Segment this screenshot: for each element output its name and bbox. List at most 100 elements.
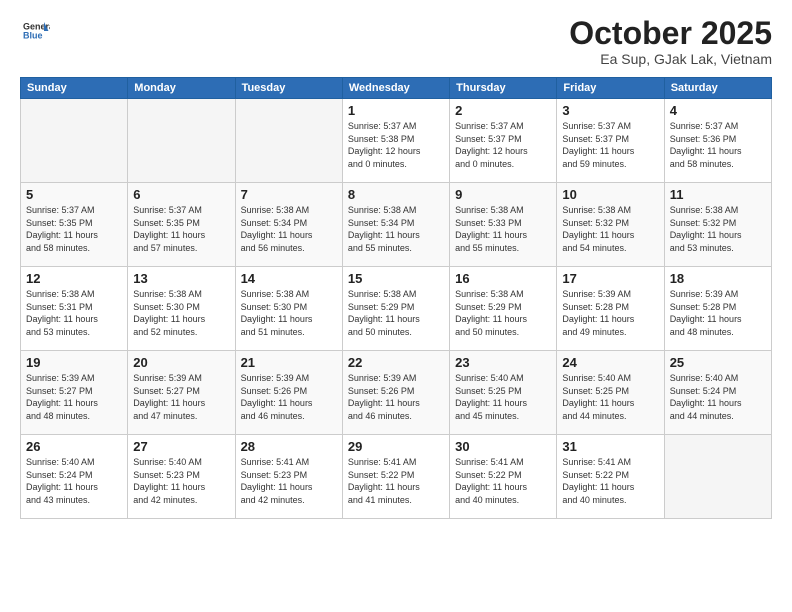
- logo: General Blue: [20, 16, 50, 46]
- day-info: Sunrise: 5:39 AM Sunset: 5:27 PM Dayligh…: [26, 372, 122, 422]
- calendar-cell: 19 Sunrise: 5:39 AM Sunset: 5:27 PM Dayli…: [21, 351, 128, 435]
- day-info: Sunrise: 5:40 AM Sunset: 5:25 PM Dayligh…: [562, 372, 658, 422]
- day-info: Sunrise: 5:40 AM Sunset: 5:24 PM Dayligh…: [26, 456, 122, 506]
- day-number: 22: [348, 355, 444, 370]
- day-info: Sunrise: 5:39 AM Sunset: 5:27 PM Dayligh…: [133, 372, 229, 422]
- day-number: 25: [670, 355, 766, 370]
- calendar-cell: 13 Sunrise: 5:38 AM Sunset: 5:30 PM Dayli…: [128, 267, 235, 351]
- calendar-cell: 7Sunrise: 5:38 AM Sunset: 5:34 PM Daylig…: [235, 183, 342, 267]
- calendar-cell: 18Sunrise: 5:39 AM Sunset: 5:28 PM Dayli…: [664, 267, 771, 351]
- day-info: Sunrise: 5:38 AM Sunset: 5:29 PM Dayligh…: [455, 288, 551, 338]
- day-info: Sunrise: 5:38 AM Sunset: 5:31 PM Dayligh…: [26, 288, 122, 338]
- calendar-table: SundayMondayTuesdayWednesdayThursdayFrid…: [20, 77, 772, 519]
- day-number: 30: [455, 439, 551, 454]
- day-info: Sunrise: 5:38 AM Sunset: 5:30 PM Dayligh…: [241, 288, 337, 338]
- calendar-cell: 26 Sunrise: 5:40 AM Sunset: 5:24 PM Dayli…: [21, 435, 128, 519]
- calendar-cell: 24 Sunrise: 5:40 AM Sunset: 5:25 PM Dayli…: [557, 351, 664, 435]
- day-number: 7: [241, 187, 337, 202]
- day-number: 16: [455, 271, 551, 286]
- day-info: Sunrise: 5:38 AM Sunset: 5:32 PM Dayligh…: [670, 204, 766, 254]
- day-info: Sunrise: 5:38 AM Sunset: 5:34 PM Dayligh…: [348, 204, 444, 254]
- week-row-4: 19 Sunrise: 5:39 AM Sunset: 5:27 PM Dayli…: [21, 351, 772, 435]
- calendar-cell: [664, 435, 771, 519]
- day-number: 29: [348, 439, 444, 454]
- month-title: October 2025: [569, 16, 772, 51]
- calendar-cell: 5 Sunrise: 5:37 AM Sunset: 5:35 PM Daylig…: [21, 183, 128, 267]
- day-info: Sunrise: 5:38 AM Sunset: 5:33 PM Dayligh…: [455, 204, 551, 254]
- day-number: 8: [348, 187, 444, 202]
- calendar-cell: 27 Sunrise: 5:40 AM Sunset: 5:23 PM Dayli…: [128, 435, 235, 519]
- day-info: Sunrise: 5:38 AM Sunset: 5:32 PM Dayligh…: [562, 204, 658, 254]
- day-number: 12: [26, 271, 122, 286]
- day-number: 6: [133, 187, 229, 202]
- weekday-sunday: Sunday: [21, 78, 128, 99]
- day-number: 28: [241, 439, 337, 454]
- calendar-cell: 9 Sunrise: 5:38 AM Sunset: 5:33 PM Daylig…: [450, 183, 557, 267]
- day-number: 18: [670, 271, 766, 286]
- calendar-cell: [128, 99, 235, 183]
- day-info: Sunrise: 5:38 AM Sunset: 5:30 PM Dayligh…: [133, 288, 229, 338]
- calendar-cell: 20 Sunrise: 5:39 AM Sunset: 5:27 PM Dayli…: [128, 351, 235, 435]
- title-block: October 2025 Ea Sup, GJak Lak, Vietnam: [569, 16, 772, 67]
- calendar-cell: [21, 99, 128, 183]
- calendar-cell: 28Sunrise: 5:41 AM Sunset: 5:23 PM Dayli…: [235, 435, 342, 519]
- day-info: Sunrise: 5:41 AM Sunset: 5:22 PM Dayligh…: [348, 456, 444, 506]
- day-info: Sunrise: 5:40 AM Sunset: 5:23 PM Dayligh…: [133, 456, 229, 506]
- day-number: 31: [562, 439, 658, 454]
- day-number: 13: [133, 271, 229, 286]
- day-info: Sunrise: 5:41 AM Sunset: 5:22 PM Dayligh…: [562, 456, 658, 506]
- weekday-header-row: SundayMondayTuesdayWednesdayThursdayFrid…: [21, 78, 772, 99]
- day-number: 21: [241, 355, 337, 370]
- calendar-cell: 10 Sunrise: 5:38 AM Sunset: 5:32 PM Dayli…: [557, 183, 664, 267]
- calendar-cell: 4Sunrise: 5:37 AM Sunset: 5:36 PM Daylig…: [664, 99, 771, 183]
- day-info: Sunrise: 5:37 AM Sunset: 5:38 PM Dayligh…: [348, 120, 444, 170]
- calendar-cell: 23 Sunrise: 5:40 AM Sunset: 5:25 PM Dayli…: [450, 351, 557, 435]
- day-number: 26: [26, 439, 122, 454]
- day-info: Sunrise: 5:39 AM Sunset: 5:28 PM Dayligh…: [562, 288, 658, 338]
- day-info: Sunrise: 5:37 AM Sunset: 5:35 PM Dayligh…: [26, 204, 122, 254]
- calendar-cell: 2 Sunrise: 5:37 AM Sunset: 5:37 PM Daylig…: [450, 99, 557, 183]
- calendar-cell: 12 Sunrise: 5:38 AM Sunset: 5:31 PM Dayli…: [21, 267, 128, 351]
- location: Ea Sup, GJak Lak, Vietnam: [569, 51, 772, 67]
- weekday-monday: Monday: [128, 78, 235, 99]
- day-number: 15: [348, 271, 444, 286]
- calendar-cell: 6 Sunrise: 5:37 AM Sunset: 5:35 PM Daylig…: [128, 183, 235, 267]
- day-number: 5: [26, 187, 122, 202]
- day-info: Sunrise: 5:37 AM Sunset: 5:35 PM Dayligh…: [133, 204, 229, 254]
- day-number: 17: [562, 271, 658, 286]
- day-number: 11: [670, 187, 766, 202]
- calendar-cell: 8 Sunrise: 5:38 AM Sunset: 5:34 PM Daylig…: [342, 183, 449, 267]
- day-number: 3: [562, 103, 658, 118]
- day-info: Sunrise: 5:40 AM Sunset: 5:24 PM Dayligh…: [670, 372, 766, 422]
- day-number: 24: [562, 355, 658, 370]
- day-number: 20: [133, 355, 229, 370]
- day-number: 27: [133, 439, 229, 454]
- page-header: General Blue October 2025 Ea Sup, GJak L…: [20, 16, 772, 67]
- calendar-cell: 29 Sunrise: 5:41 AM Sunset: 5:22 PM Dayli…: [342, 435, 449, 519]
- calendar-cell: 14 Sunrise: 5:38 AM Sunset: 5:30 PM Dayli…: [235, 267, 342, 351]
- day-number: 10: [562, 187, 658, 202]
- day-number: 9: [455, 187, 551, 202]
- calendar-cell: 1 Sunrise: 5:37 AM Sunset: 5:38 PM Daylig…: [342, 99, 449, 183]
- week-row-2: 5 Sunrise: 5:37 AM Sunset: 5:35 PM Daylig…: [21, 183, 772, 267]
- calendar-cell: 3Sunrise: 5:37 AM Sunset: 5:37 PM Daylig…: [557, 99, 664, 183]
- day-info: Sunrise: 5:40 AM Sunset: 5:25 PM Dayligh…: [455, 372, 551, 422]
- day-number: 19: [26, 355, 122, 370]
- day-number: 2: [455, 103, 551, 118]
- svg-text:Blue: Blue: [23, 31, 43, 41]
- day-number: 23: [455, 355, 551, 370]
- logo-icon: General Blue: [20, 16, 50, 46]
- calendar-cell: 21Sunrise: 5:39 AM Sunset: 5:26 PM Dayli…: [235, 351, 342, 435]
- day-info: Sunrise: 5:37 AM Sunset: 5:37 PM Dayligh…: [455, 120, 551, 170]
- calendar-cell: [235, 99, 342, 183]
- day-info: Sunrise: 5:38 AM Sunset: 5:29 PM Dayligh…: [348, 288, 444, 338]
- day-number: 1: [348, 103, 444, 118]
- weekday-friday: Friday: [557, 78, 664, 99]
- day-number: 4: [670, 103, 766, 118]
- day-info: Sunrise: 5:41 AM Sunset: 5:22 PM Dayligh…: [455, 456, 551, 506]
- week-row-1: 1 Sunrise: 5:37 AM Sunset: 5:38 PM Daylig…: [21, 99, 772, 183]
- day-number: 14: [241, 271, 337, 286]
- calendar-cell: 25 Sunrise: 5:40 AM Sunset: 5:24 PM Dayli…: [664, 351, 771, 435]
- calendar-cell: 30 Sunrise: 5:41 AM Sunset: 5:22 PM Dayli…: [450, 435, 557, 519]
- weekday-saturday: Saturday: [664, 78, 771, 99]
